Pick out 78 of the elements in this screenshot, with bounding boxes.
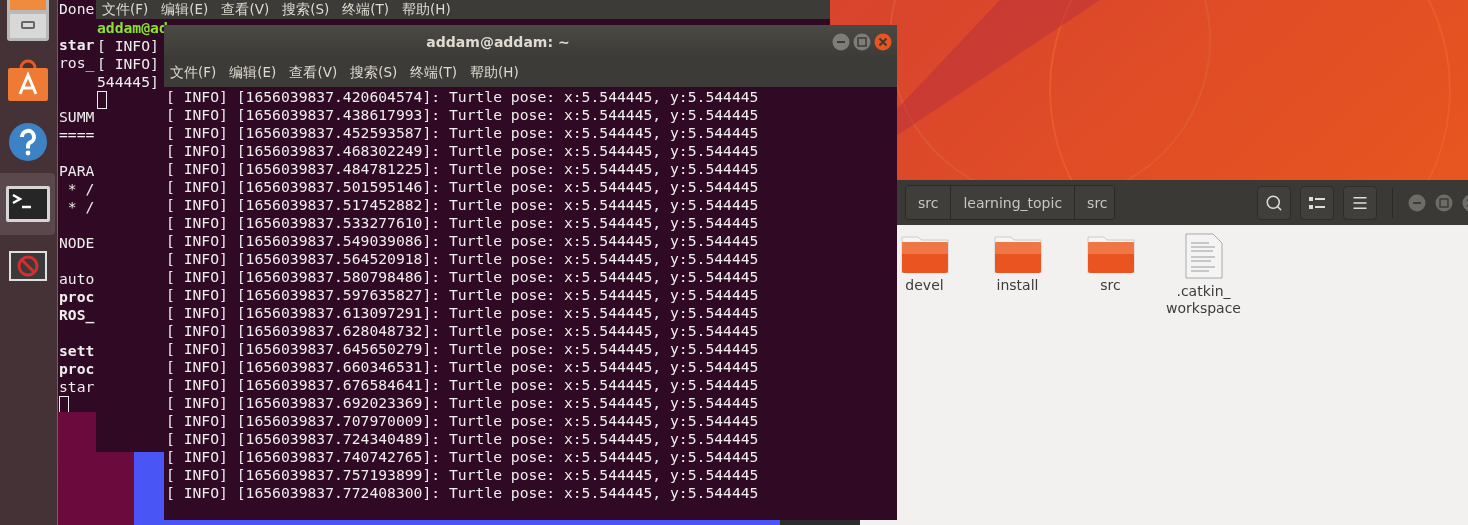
terminal-line: [ INFO] [1656039837.707970009]: Turtle pose: x:5.544445, y:5.544445 bbox=[166, 412, 759, 430]
help-icon[interactable] bbox=[7, 122, 48, 162]
minimize-button[interactable] bbox=[832, 32, 850, 51]
terminal-line: [ INFO] [1656039837.517452882]: Turtle pose: x:5.544445, y:5.544445 bbox=[166, 196, 759, 214]
search-button[interactable] bbox=[1257, 185, 1291, 220]
shopping-bag-icon[interactable] bbox=[5, 58, 50, 102]
menu-item[interactable]: 查看(V) bbox=[289, 63, 338, 82]
path-button[interactable]: learning_topic bbox=[951, 186, 1076, 219]
terminal-line: star bbox=[59, 36, 95, 54]
window-title: addam@addam: ~ bbox=[425, 33, 571, 50]
terminal-line: Done bbox=[59, 0, 95, 18]
menu-item[interactable]: 搜索(S) bbox=[282, 0, 330, 19]
menu-item[interactable]: 终端(T) bbox=[410, 63, 458, 82]
prohibited-icon[interactable] bbox=[7, 250, 48, 282]
terminal-line: [ INFO] [1656039837.724340489]: Turtle pose: x:5.544445, y:5.544445 bbox=[166, 430, 759, 448]
menu-item[interactable]: 终端(T) bbox=[342, 0, 390, 19]
terminal-line: [ INFO] [1656039837.660346531]: Turtle pose: x:5.544445, y:5.544445 bbox=[166, 358, 759, 376]
menu-item[interactable]: 查看(V) bbox=[221, 0, 270, 19]
terminal-line: [ INFO] [1656039837.533277610]: Turtle pose: x:5.544445, y:5.544445 bbox=[166, 214, 759, 232]
menu-item[interactable]: 文件(F) bbox=[170, 63, 217, 82]
terminal-line: [ INFO] [1656039837.645650279]: Turtle pose: x:5.544445, y:5.544445 bbox=[166, 340, 759, 358]
terminal-line: [ INFO] [1656039837.676584641]: Turtle pose: x:5.544445, y:5.544445 bbox=[166, 376, 759, 394]
file-name[interactable]: install bbox=[996, 277, 1039, 294]
menu-item[interactable]: 编辑(E) bbox=[161, 0, 209, 19]
path-button[interactable]: src bbox=[906, 186, 952, 219]
terminal-icon[interactable] bbox=[4, 185, 51, 223]
terminal-line: auto bbox=[59, 270, 95, 288]
terminal-line: * / bbox=[66, 198, 95, 216]
list-view-icon bbox=[1309, 196, 1325, 209]
terminal-line: * / bbox=[66, 180, 95, 198]
menu-item[interactable]: 帮助(H) bbox=[402, 0, 451, 19]
terminal-line: proc bbox=[59, 288, 95, 306]
terminal-line: [ INFO] [1656039837.772408300]: Turtle pose: x:5.544445, y:5.544445 bbox=[166, 484, 759, 502]
terminal-line: sett bbox=[59, 342, 95, 360]
file-name[interactable]: devel bbox=[905, 277, 944, 294]
terminal-line: [ INFO] [1656039837.597635827]: Turtle pose: x:5.544445, y:5.544445 bbox=[166, 286, 759, 304]
terminal-line: [ INFO] [1656039837.501595146]: Turtle pose: x:5.544445, y:5.544445 bbox=[166, 178, 759, 196]
terminal-line: ROS_ bbox=[59, 306, 95, 324]
file-name[interactable]: .catkin_ workspace bbox=[1166, 283, 1241, 317]
terminal-line: [ INFO] [1656039837.420604574]: Turtle pose: x:5.544445, y:5.544445 bbox=[166, 88, 759, 106]
terminal-line: [ INFO] [1656039837.484781225]: Turtle pose: x:5.544445, y:5.544445 bbox=[166, 160, 759, 178]
terminal-line: [ INFO] [1656039837.628048732]: Turtle pose: x:5.544445, y:5.544445 bbox=[166, 322, 759, 340]
terminal-line: star bbox=[59, 378, 95, 396]
terminal-line: PARA bbox=[59, 162, 95, 180]
folder-icon[interactable] bbox=[1086, 233, 1135, 273]
terminal-line: [ INFO] [1656039837.740742765]: Turtle pose: x:5.544445, y:5.544445 bbox=[166, 448, 759, 466]
maximize-button[interactable] bbox=[853, 32, 871, 51]
terminal-line: [ INFO] [1656039837.564520918]: Turtle pose: x:5.544445, y:5.544445 bbox=[166, 250, 759, 268]
terminal-line: [ INFO] [1656039837.438617993]: Turtle pose: x:5.544445, y:5.544445 bbox=[166, 106, 759, 124]
folder-icon[interactable] bbox=[993, 233, 1042, 273]
file-name[interactable]: src bbox=[1100, 277, 1121, 294]
terminal-line: [ INFO] [1656039837.452593587]: Turtle pose: x:5.544445, y:5.544445 bbox=[166, 124, 759, 142]
terminal-line: [ INFO] [1656039837.549039086]: Turtle pose: x:5.544445, y:5.544445 bbox=[166, 232, 759, 250]
terminal-line: SUMM bbox=[59, 108, 95, 126]
terminal-line: [ INFO] bbox=[97, 37, 159, 55]
terminal-line: 544445] bbox=[97, 73, 159, 91]
search-icon bbox=[1265, 193, 1283, 212]
terminal-line: NODE bbox=[59, 234, 95, 252]
terminal-line: ros_ bbox=[59, 54, 95, 72]
terminal-line: [ INFO] [1656039837.468302249]: Turtle pose: x:5.544445, y:5.544445 bbox=[166, 142, 759, 160]
view-toggle-button[interactable] bbox=[1300, 185, 1334, 220]
menu-item[interactable]: 文件(F) bbox=[102, 0, 149, 19]
folder-icon[interactable] bbox=[900, 233, 949, 273]
terminal-line: proc bbox=[59, 360, 95, 378]
terminal-line: [ INFO] bbox=[97, 55, 159, 73]
menu-button[interactable] bbox=[1343, 185, 1377, 220]
launcher-item[interactable] bbox=[0, 173, 55, 235]
terminal-line: [ INFO] [1656039837.692023369]: Turtle pose: x:5.544445, y:5.544445 bbox=[166, 394, 759, 412]
path-button[interactable]: src bbox=[1075, 186, 1114, 219]
menu-item[interactable]: 帮助(H) bbox=[470, 63, 519, 82]
close-button[interactable] bbox=[874, 32, 892, 51]
terminal-line: [ INFO] [1656039837.580798486]: Turtle pose: x:5.544445, y:5.544445 bbox=[166, 268, 759, 286]
menu-item[interactable]: 编辑(E) bbox=[229, 63, 277, 82]
terminal-line: ==== bbox=[59, 126, 95, 144]
file-cabinet-icon[interactable] bbox=[4, 0, 51, 43]
terminal-line: [ INFO] [1656039837.613097291]: Turtle pose: x:5.544445, y:5.544445 bbox=[166, 304, 759, 322]
terminal-line: [ INFO] [1656039837.757193899]: Turtle pose: x:5.544445, y:5.544445 bbox=[166, 466, 759, 484]
menu-item[interactable]: 搜索(S) bbox=[350, 63, 398, 82]
